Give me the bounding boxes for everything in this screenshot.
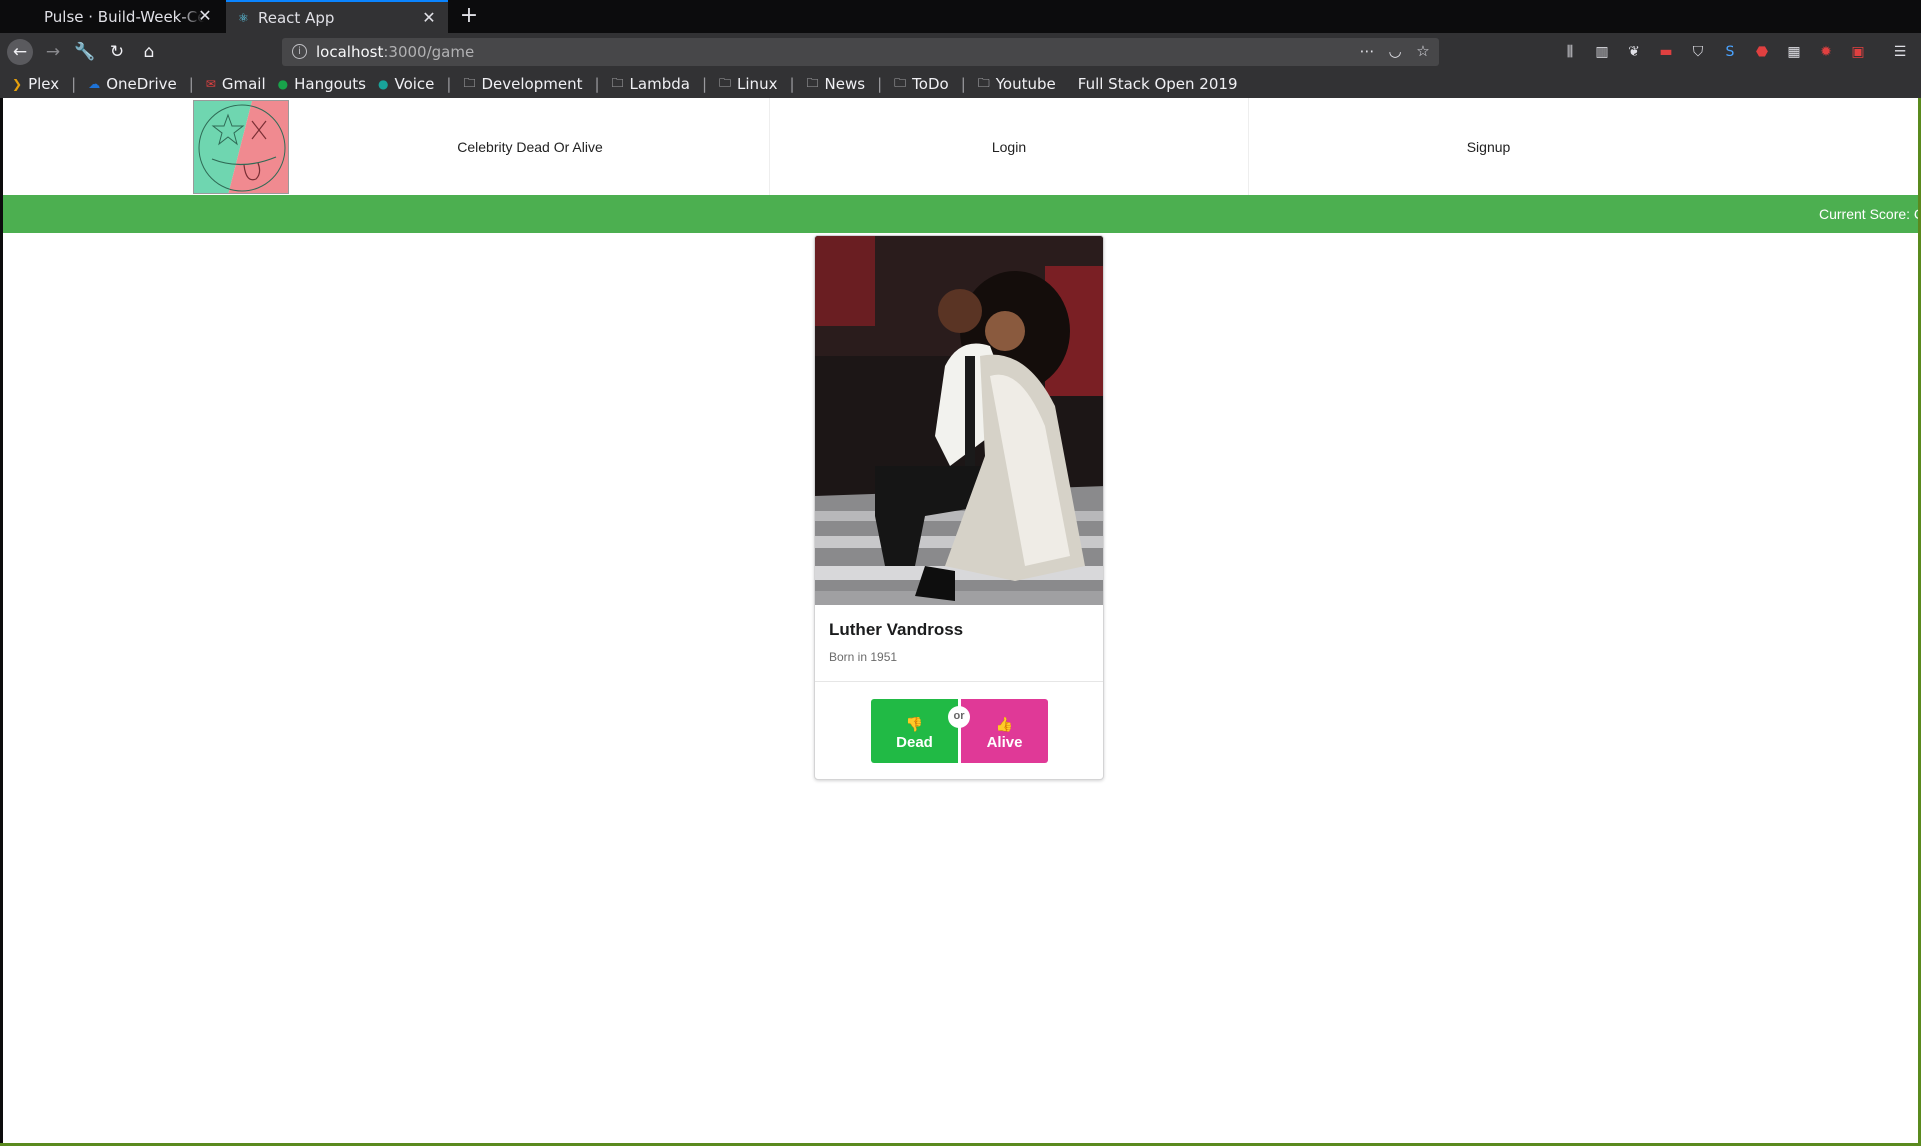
- tab-favicon: [24, 11, 36, 23]
- separator: |: [877, 75, 883, 93]
- bug-icon[interactable]: ✹: [1816, 42, 1836, 62]
- separator: |: [594, 75, 600, 93]
- thumbs-down-icon: 👎: [905, 716, 924, 732]
- new-tab-button[interactable]: +: [457, 4, 481, 28]
- tab-react-app[interactable]: ⚛ React App ✕: [226, 0, 448, 33]
- ublock-icon[interactable]: ⬣: [1752, 42, 1772, 62]
- celebrity-photo: [815, 236, 1103, 605]
- bookmark-lambda[interactable]: 🗀 Lambda: [612, 74, 690, 95]
- folder-icon: 🗀: [894, 75, 907, 90]
- bookmark-linux[interactable]: 🗀 Linux: [719, 74, 777, 95]
- more-actions-icon[interactable]: ⋯: [1357, 42, 1377, 60]
- app-header: Celebrity Dead Or Alive Login Signup: [3, 98, 1918, 195]
- gmail-icon: ✉: [205, 77, 216, 91]
- tab-title: Pulse · Build-Week-Celeb: [44, 7, 204, 26]
- folder-icon: 🗀: [463, 75, 476, 90]
- bookmark-voice[interactable]: ● Voice: [378, 75, 434, 93]
- folder-icon: 🗀: [611, 75, 624, 90]
- bookmark-news[interactable]: 🗀 News: [807, 74, 866, 95]
- tab-title: React App: [258, 8, 335, 27]
- nav-signup-link[interactable]: Signup: [1249, 98, 1728, 195]
- alive-button-label: Alive: [986, 734, 1023, 751]
- close-icon[interactable]: ✕: [420, 9, 438, 27]
- alive-button[interactable]: 👍 Alive: [961, 699, 1048, 763]
- or-divider: or: [948, 706, 970, 728]
- logo-face-icon: [194, 101, 288, 193]
- card-content: Luther Vandross Born in 1951: [815, 605, 1103, 682]
- extension-badge-icon[interactable]: ▬: [1656, 42, 1676, 62]
- folder-icon: 🗀: [806, 75, 819, 90]
- separator: |: [789, 75, 795, 93]
- separator: |: [701, 75, 708, 93]
- folder-icon: 🗀: [719, 75, 732, 90]
- tab-strip: Pulse · Build-Week-Celeb ✕ ⚛ React App ✕…: [0, 0, 1921, 33]
- extension-icon[interactable]: ❦: [1624, 42, 1644, 62]
- score-bar: Current Score: C: [3, 195, 1918, 233]
- celebrity-card: Luther Vandross Born in 1951 👎 Dead 👍 Al…: [814, 235, 1104, 780]
- s-extension-icon[interactable]: S: [1720, 42, 1740, 62]
- reload-button[interactable]: ↻: [104, 39, 130, 65]
- info-icon[interactable]: i: [292, 44, 307, 59]
- dead-button-label: Dead: [896, 734, 933, 751]
- menu-icon[interactable]: ☰: [1890, 42, 1910, 62]
- address-bar[interactable]: i localhost:3000/game ⋯ ◡ ☆: [282, 38, 1439, 66]
- bookmark-full-stack-open[interactable]: Full Stack Open 2019: [1078, 75, 1238, 93]
- url-text[interactable]: localhost:3000/game: [316, 43, 474, 61]
- bookmark-youtube[interactable]: 🗀 Youtube: [978, 74, 1056, 95]
- shield-icon[interactable]: ⛉: [1688, 42, 1708, 62]
- home-button[interactable]: ⌂: [136, 39, 162, 65]
- cloud-icon: ☁: [88, 77, 101, 91]
- app-logo[interactable]: [193, 100, 289, 194]
- celebrity-birth-year: Born in 1951: [829, 650, 898, 664]
- separator: |: [446, 75, 452, 93]
- library-icon[interactable]: ⫼: [1560, 42, 1580, 62]
- thumbs-up-icon: 👍: [995, 716, 1014, 732]
- folder-icon: 🗀: [977, 75, 990, 90]
- bookmark-development[interactable]: 🗀 Development: [463, 74, 582, 95]
- bookmark-gmail[interactable]: ✉ Gmail: [206, 75, 266, 93]
- nav-home-link[interactable]: Celebrity Dead Or Alive: [291, 98, 770, 195]
- navigation-toolbar: ← → 🔧 ↻ ⌂ i localhost:3000/game ⋯ ◡ ☆ ⫼ …: [0, 33, 1921, 70]
- bookmarks-toolbar: ❯ Plex | ☁ OneDrive | ✉ Gmail ● Hangouts ● Vo…: [0, 70, 1921, 98]
- forward-button[interactable]: →: [40, 39, 66, 65]
- pocket-icon[interactable]: ◡: [1385, 42, 1405, 60]
- browser-window: Pulse · Build-Week-Celeb ✕ ⚛ React App ✕…: [0, 0, 1921, 1146]
- web-page: Celebrity Dead Or Alive Login Signup Cur…: [3, 98, 1918, 1143]
- nav-login-link[interactable]: Login: [770, 98, 1249, 195]
- bookmark-todo[interactable]: 🗀 ToDo: [894, 74, 949, 95]
- screenshot-icon[interactable]: ▣: [1848, 42, 1868, 62]
- card-actions: 👎 Dead 👍 Alive or: [815, 682, 1103, 779]
- dead-button[interactable]: 👎 Dead: [871, 699, 958, 763]
- sidebar-icon[interactable]: ▥: [1592, 42, 1612, 62]
- celebrity-name: Luther Vandross: [829, 620, 964, 639]
- tab-pulse[interactable]: Pulse · Build-Week-Celeb ✕: [12, 0, 224, 33]
- bookmark-onedrive[interactable]: ☁ OneDrive: [88, 75, 177, 93]
- hangouts-icon: ●: [277, 77, 289, 91]
- barcode-icon[interactable]: ▦: [1784, 42, 1804, 62]
- bookmark-hangouts[interactable]: ● Hangouts: [278, 75, 366, 93]
- separator: |: [71, 75, 77, 93]
- back-button[interactable]: ←: [7, 39, 33, 65]
- wrench-icon[interactable]: 🔧: [72, 39, 98, 65]
- close-icon[interactable]: ✕: [196, 7, 214, 25]
- react-icon: ⚛: [238, 10, 249, 25]
- bookmark-star-icon[interactable]: ☆: [1413, 42, 1433, 60]
- photo-illustration: [815, 236, 1103, 605]
- phone-icon: ●: [378, 77, 389, 91]
- bookmark-plex[interactable]: ❯ Plex: [12, 75, 59, 93]
- plex-icon: ❯: [12, 77, 23, 91]
- current-score: Current Score: C: [1819, 206, 1918, 222]
- separator: |: [188, 75, 194, 93]
- separator: |: [960, 75, 966, 93]
